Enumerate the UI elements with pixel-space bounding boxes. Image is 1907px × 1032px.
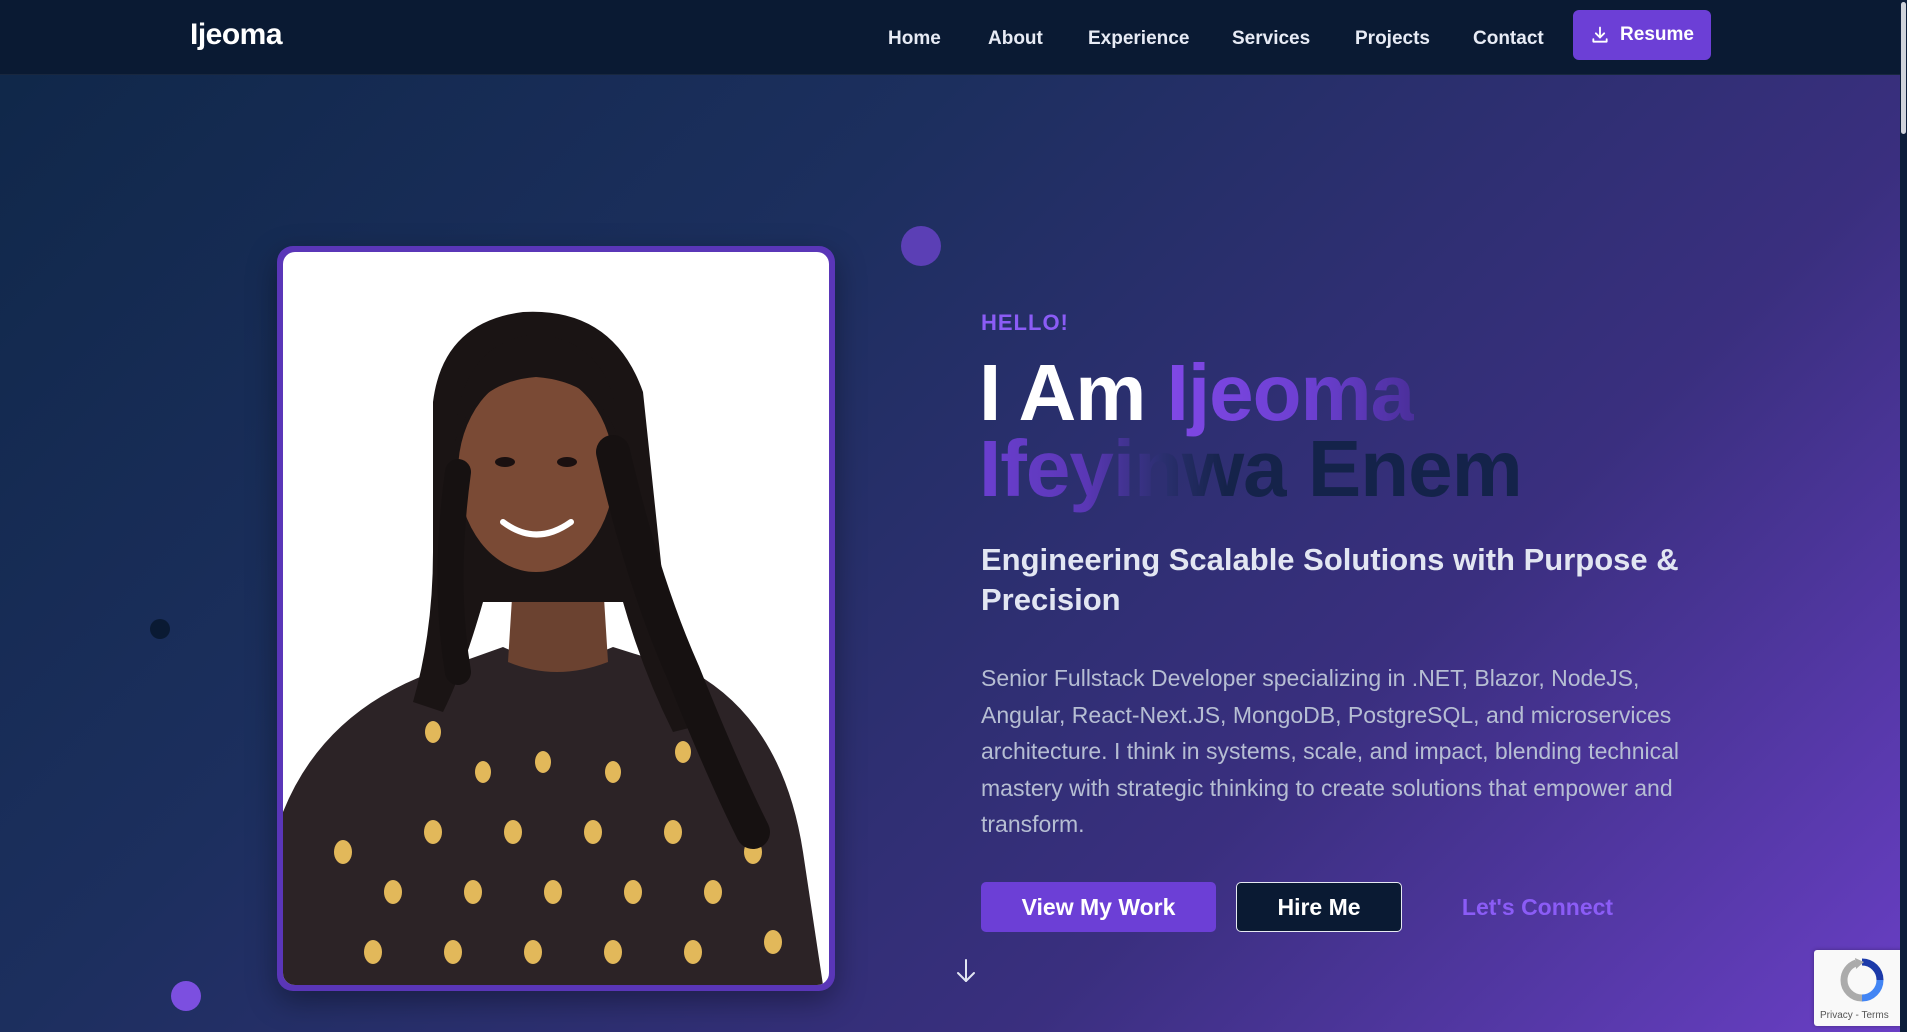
headline-last-name: Enem: [1307, 424, 1523, 513]
nav-link-about[interactable]: About: [988, 28, 1043, 50]
hero-subtitle: Engineering Scalable Solutions with Purp…: [981, 542, 1679, 617]
decor-dot-bottom: [171, 981, 201, 1011]
decor-dot-left: [150, 619, 170, 639]
page-scrollbar-thumb[interactable]: [1901, 2, 1906, 134]
recaptcha-icon: [1840, 958, 1884, 1002]
lets-connect-link[interactable]: Let's Connect: [1430, 882, 1645, 932]
resume-label: Resume: [1620, 24, 1694, 45]
download-icon: [1592, 26, 1608, 43]
nav-link-experience[interactable]: Experience: [1088, 28, 1189, 50]
recaptcha-links[interactable]: Privacy - Terms: [1820, 1010, 1889, 1021]
page-scrollbar[interactable]: [1900, 0, 1907, 1032]
nav-link-services[interactable]: Services: [1232, 28, 1310, 50]
view-my-work-button[interactable]: View My Work: [981, 882, 1216, 932]
arrow-down-icon[interactable]: [955, 958, 977, 984]
profile-photo-frame: [277, 246, 835, 991]
hire-me-button[interactable]: Hire Me: [1236, 882, 1402, 932]
headline-middle-name: Ifeyinwa: [979, 424, 1288, 513]
nav-link-home[interactable]: Home: [888, 28, 941, 50]
portrait-illustration: [283, 311, 823, 985]
top-navbar: Ijeoma Home About Experience Services Pr…: [0, 0, 1907, 75]
hero-greeting: HELLO!: [981, 310, 1069, 335]
nav-link-projects[interactable]: Projects: [1355, 28, 1430, 50]
decor-dot-top: [901, 226, 941, 266]
hero-bio: Senior Fullstack Developer specializing …: [981, 665, 1680, 837]
nav-link-contact[interactable]: Contact: [1473, 28, 1544, 50]
recaptcha-badge[interactable]: Privacy - Terms: [1814, 950, 1907, 1026]
profile-photo: [283, 252, 829, 985]
resume-button[interactable]: Resume: [1573, 10, 1711, 60]
hero-headline: I Am Ijeoma Ifeyinwa Enem: [979, 353, 1679, 509]
